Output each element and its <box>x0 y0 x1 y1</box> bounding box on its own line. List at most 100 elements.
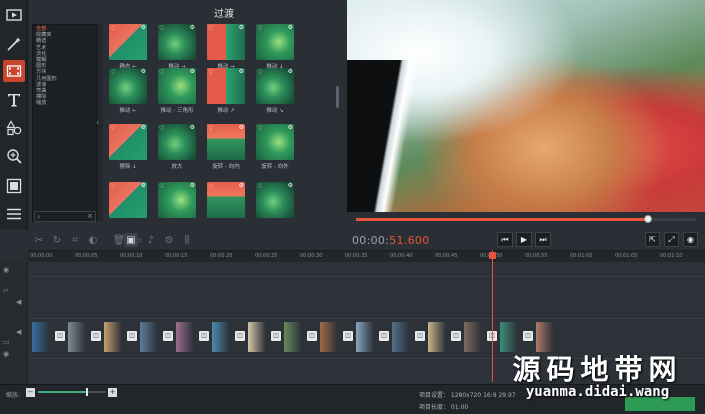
category-item[interactable]: 缩放 <box>36 100 57 106</box>
cut-icon[interactable]: ✂ <box>32 233 46 247</box>
zoom-slider-handle[interactable] <box>85 388 88 396</box>
transition-marker-icon[interactable]: ◫ <box>91 331 101 341</box>
crop-icon[interactable]: ⌗ <box>68 233 82 247</box>
transition-marker-icon[interactable]: ◫ <box>307 331 317 341</box>
seek-bar[interactable] <box>356 215 696 223</box>
transition-thumbnail[interactable]: ♡ ⚙ <box>207 24 245 60</box>
transition-settings-icon[interactable]: ⚙ <box>141 24 146 31</box>
eye-icon[interactable]: ◉ <box>3 266 9 274</box>
next-button[interactable]: ⏭ <box>535 232 551 247</box>
rotate-icon[interactable]: ↻ <box>50 233 64 247</box>
transition-settings-icon[interactable]: ⚙ <box>190 182 195 189</box>
video-clip[interactable] <box>68 322 86 352</box>
transition-settings-icon[interactable]: ⚙ <box>141 124 146 131</box>
grid-scrollbar[interactable] <box>336 86 339 108</box>
transition-settings-icon[interactable]: ⚙ <box>288 124 293 131</box>
transition-marker-icon[interactable]: ◫ <box>235 331 245 341</box>
transition-settings-icon[interactable]: ⚙ <box>288 182 293 189</box>
import-media-button[interactable] <box>3 4 25 26</box>
volume-icon-video[interactable]: ◀ <box>16 328 21 336</box>
video-clip[interactable] <box>428 322 446 352</box>
clear-search-icon[interactable]: × <box>87 212 93 220</box>
transition-settings-icon[interactable]: ⚙ <box>190 24 195 31</box>
volume-icon[interactable]: ◀ <box>16 298 21 306</box>
transition-thumbnail[interactable]: ♡ ⚙ <box>158 68 196 104</box>
favorite-heart-icon[interactable]: ♡ <box>257 69 262 76</box>
favorite-heart-icon[interactable]: ♡ <box>110 69 115 76</box>
transition-settings-icon[interactable]: ⚙ <box>141 68 146 75</box>
transition-settings-icon[interactable]: ⚙ <box>190 124 195 131</box>
transition-thumbnail[interactable]: ♡ ⚙ <box>256 124 294 160</box>
transition-thumbnail[interactable]: ♡ ⚙ <box>158 182 196 218</box>
favorite-heart-icon[interactable]: ♡ <box>159 125 164 132</box>
video-clip[interactable] <box>104 322 122 352</box>
aspect-ratio-button[interactable] <box>3 175 25 197</box>
transition-thumbnail[interactable]: ♡ ⚙ <box>109 24 147 60</box>
collapse-panel-icon[interactable]: ‹ <box>96 118 99 127</box>
titles-button[interactable] <box>3 89 25 111</box>
favorite-heart-icon[interactable]: ♡ <box>110 25 115 32</box>
transition-thumbnail[interactable]: ♡ ⚙ <box>207 124 245 160</box>
transition-marker-icon[interactable]: ◫ <box>523 331 533 341</box>
transition-settings-icon[interactable]: ⚙ <box>239 124 244 131</box>
transition-thumbnail[interactable]: ♡ ⚙ <box>109 182 147 218</box>
favorite-heart-icon[interactable]: ♡ <box>110 183 115 190</box>
microphone-icon[interactable]: ♪ <box>144 233 158 247</box>
transition-thumbnail[interactable]: ♡ ⚙ <box>207 68 245 104</box>
transition-marker-icon[interactable]: ◫ <box>451 331 461 341</box>
transition-settings-icon[interactable]: ⚙ <box>239 182 244 189</box>
transition-thumbnail[interactable]: ♡ ⚙ <box>256 24 294 60</box>
settings-gear-icon[interactable]: ⚙ <box>162 233 176 247</box>
popout-button[interactable]: ⇱ <box>645 232 660 247</box>
transition-settings-icon[interactable]: ⚙ <box>239 68 244 75</box>
transition-marker-icon[interactable]: ◫ <box>379 331 389 341</box>
favorite-heart-icon[interactable]: ♡ <box>208 125 213 132</box>
transition-marker-icon[interactable]: ◫ <box>127 331 137 341</box>
video-clip[interactable] <box>32 322 50 352</box>
transition-settings-icon[interactable]: ⚙ <box>141 182 146 189</box>
snapshot-button[interactable]: ◉ <box>683 232 698 247</box>
seek-bar-handle[interactable] <box>644 215 653 223</box>
transition-thumbnail[interactable]: ♡ ⚙ <box>109 68 147 104</box>
favorite-heart-icon[interactable]: ♡ <box>257 183 262 190</box>
color-adjust-icon[interactable]: ◐ <box>86 233 100 247</box>
favorite-heart-icon[interactable]: ♡ <box>159 183 164 190</box>
filters-button[interactable] <box>3 33 25 55</box>
fullscreen-button[interactable]: ⤢ <box>664 232 679 247</box>
transition-marker-icon[interactable]: ◫ <box>343 331 353 341</box>
image-icon[interactable]: ▣ <box>124 233 138 247</box>
transition-marker-icon[interactable]: ◫ <box>55 331 65 341</box>
transition-thumbnail[interactable]: ♡ ⚙ <box>256 68 294 104</box>
transitions-button[interactable] <box>3 60 25 82</box>
favorite-heart-icon[interactable]: ♡ <box>159 25 164 32</box>
previous-button[interactable]: ⏮ <box>497 232 513 247</box>
zoom-pan-button[interactable] <box>3 145 25 167</box>
transition-marker-icon[interactable]: ◫ <box>199 331 209 341</box>
favorite-heart-icon[interactable]: ♡ <box>257 25 262 32</box>
transition-marker-icon[interactable]: ◫ <box>271 331 281 341</box>
video-clip[interactable] <box>284 322 302 352</box>
favorite-heart-icon[interactable]: ♡ <box>208 69 213 76</box>
transition-settings-icon[interactable]: ⚙ <box>288 24 293 31</box>
transition-marker-icon[interactable]: ◫ <box>163 331 173 341</box>
favorite-heart-icon[interactable]: ♡ <box>208 183 213 190</box>
play-button[interactable]: ▶ <box>516 232 532 247</box>
video-clip[interactable] <box>248 322 266 352</box>
transition-thumbnail[interactable]: ♡ ⚙ <box>158 24 196 60</box>
video-clip[interactable] <box>320 322 338 352</box>
favorite-heart-icon[interactable]: ♡ <box>110 125 115 132</box>
favorite-heart-icon[interactable]: ♡ <box>257 125 262 132</box>
zoom-in-button[interactable]: + <box>108 388 117 397</box>
transition-thumbnail[interactable]: ♡ ⚙ <box>158 124 196 160</box>
video-clip[interactable] <box>212 322 230 352</box>
transition-thumbnail[interactable]: ♡ ⚙ <box>256 182 294 218</box>
video-clip[interactable] <box>392 322 410 352</box>
transition-settings-icon[interactable]: ⚙ <box>239 24 244 31</box>
transition-settings-icon[interactable]: ⚙ <box>190 68 195 75</box>
favorite-heart-icon[interactable]: ♡ <box>159 69 164 76</box>
stickers-button[interactable] <box>3 117 25 139</box>
video-clip[interactable] <box>176 322 194 352</box>
video-clip[interactable] <box>464 322 482 352</box>
eye-icon-video[interactable]: ◉ <box>3 350 9 358</box>
transition-marker-icon[interactable]: ◫ <box>415 331 425 341</box>
